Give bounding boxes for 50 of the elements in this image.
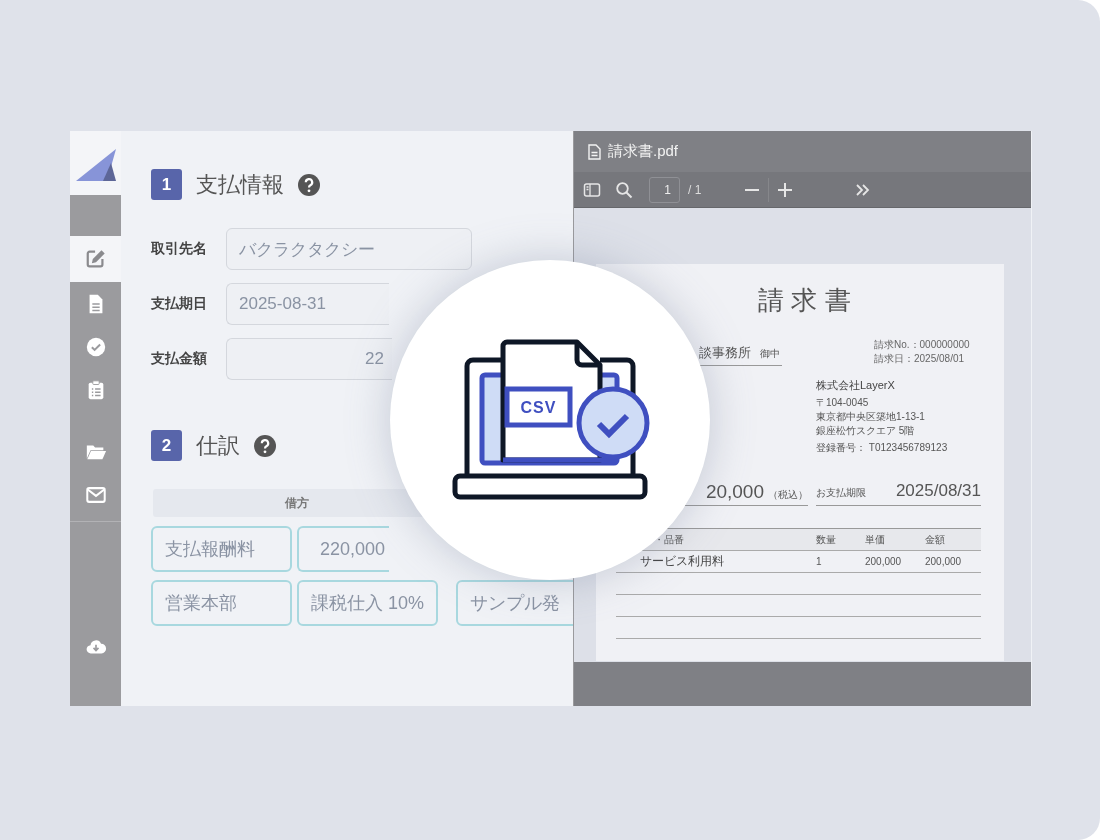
section-title: 仕訳: [196, 431, 240, 460]
due-date: 2025/08/31: [895, 481, 981, 501]
sidebar-item[interactable]: [70, 236, 121, 282]
logo-icon: [75, 149, 116, 181]
column-header: 数量: [816, 532, 837, 547]
input-field[interactable]: 22: [226, 338, 392, 380]
address-line: 東京都中央区築地1-13-1: [816, 410, 926, 423]
edit-icon: [84, 248, 107, 270]
document-title: 請 求 書: [757, 284, 852, 316]
column-header: 金額: [925, 532, 946, 547]
tax-note: （税込）: [768, 488, 808, 502]
file-icon: [586, 143, 602, 160]
address-line: 〒104-0045: [816, 396, 870, 409]
sidebar-toggle-icon[interactable]: [583, 180, 601, 199]
total-amount: 20,000: [705, 481, 764, 503]
field-label: 支払期日: [151, 295, 208, 313]
zoom-in-icon[interactable]: [776, 180, 795, 199]
step-number: 1: [151, 169, 182, 200]
table-cell-text: 200,000: [925, 556, 963, 567]
input-field[interactable]: 課税仕入 10%: [297, 580, 438, 626]
due-date-label: お支払期限: [816, 486, 866, 500]
page-number-field[interactable]: 1: [649, 176, 680, 203]
file-type-label: CSV: [520, 399, 557, 416]
column-header: 単価: [865, 532, 886, 547]
table-cell-text: 200,000: [865, 556, 903, 567]
recipient-name: 談事務所: [699, 344, 751, 362]
help-icon[interactable]: [298, 173, 320, 196]
issuer-name: 株式会社LayerX: [816, 378, 896, 393]
help-icon[interactable]: [254, 434, 276, 457]
search-icon[interactable]: [615, 180, 633, 199]
invoice-meta: 請求No.：000000000: [873, 338, 971, 352]
input-field[interactable]: 2025-08-31: [226, 283, 389, 325]
input-field[interactable]: 支払報酬料: [151, 526, 292, 572]
file-name: 請求書.pdf: [608, 142, 679, 161]
column-header: ・品番: [653, 532, 685, 547]
table-cell-text: サービス利用料: [639, 554, 725, 569]
section-title: 支払情報: [196, 170, 284, 199]
input-field[interactable]: 営業本部: [151, 580, 292, 626]
address-line: 銀座松竹スクエア 5階: [816, 424, 916, 437]
field-label: 取引先名: [151, 240, 208, 258]
table-cell-text: 1: [816, 556, 823, 567]
check-circle-icon: [84, 335, 107, 358]
step-number: 2: [151, 430, 182, 461]
input-field[interactable]: バクラクタクシー: [226, 228, 472, 270]
page-count: / 1: [688, 182, 702, 197]
input-field[interactable]: 220,000: [297, 526, 389, 572]
field-label: 支払金額: [151, 350, 208, 368]
invoice-meta: 請求日：2025/08/01: [873, 352, 966, 366]
honorific: 御中: [760, 347, 781, 361]
registration-number: 登録番号： T0123456789123: [816, 441, 949, 455]
